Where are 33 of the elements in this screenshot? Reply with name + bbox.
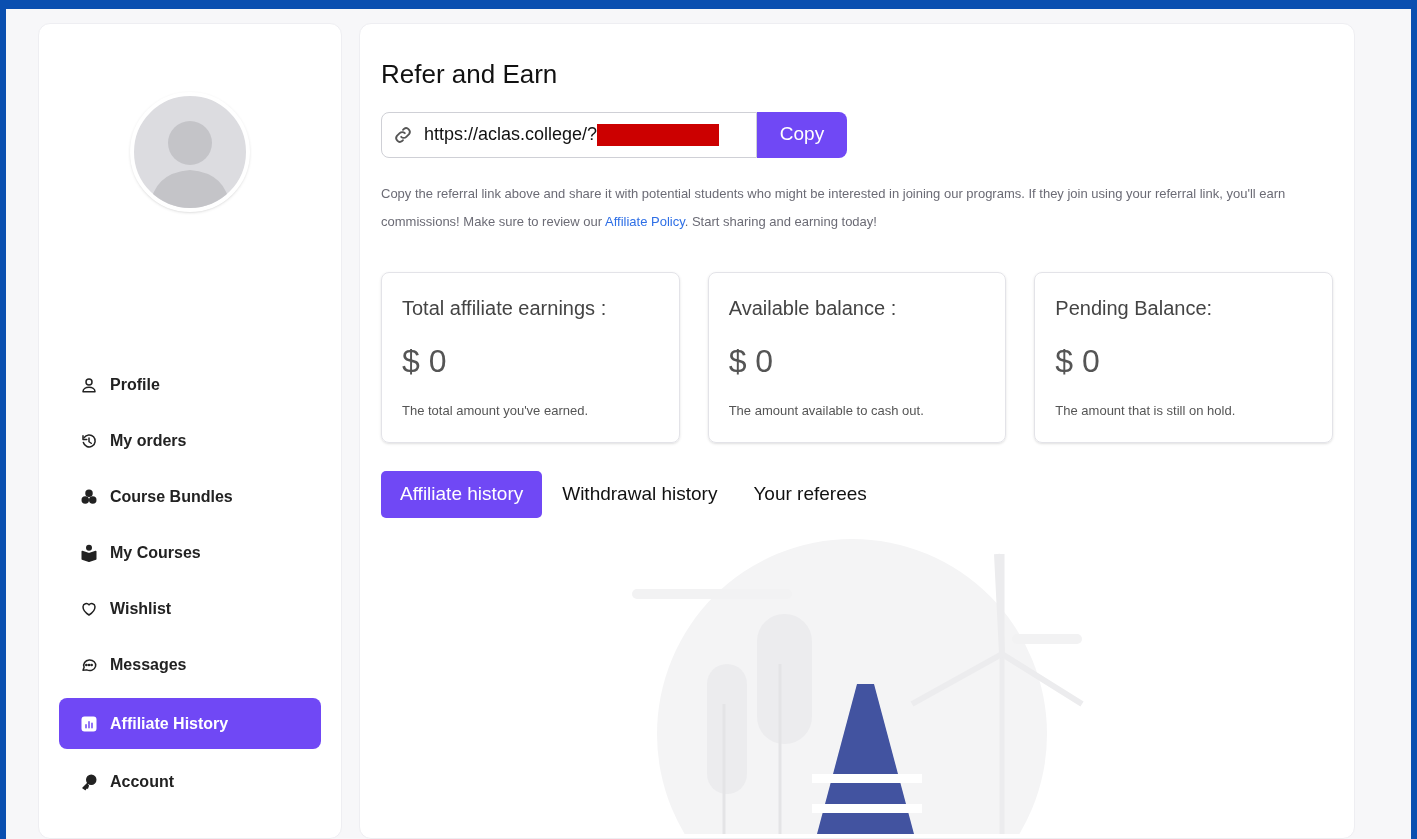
referral-link-field[interactable]: https://aclas.college/? (381, 111, 757, 158)
chart-icon (80, 714, 98, 733)
stat-note: The amount that is still on hold. (1055, 401, 1237, 420)
key-icon (80, 773, 98, 791)
tab[interactable]: Your referees (737, 470, 883, 518)
sidebar-item[interactable]: Account (59, 759, 321, 805)
stat-amount: $ 0 (1055, 341, 1101, 381)
sidebar-item[interactable]: My orders (59, 418, 321, 464)
stat-note: The amount available to cash out. (728, 401, 925, 420)
stat-amount: $ 0 (728, 341, 775, 381)
page-title: Refer and Earn (381, 58, 559, 91)
stat-amount: $ 0 (402, 341, 448, 381)
history-icon (80, 432, 98, 450)
tab[interactable]: Withdrawal history (546, 470, 734, 518)
sidebar-item[interactable]: My Courses (59, 530, 321, 576)
sidebar-item[interactable]: Profile (59, 362, 321, 408)
stat-note: The total amount you've earned. (402, 401, 590, 420)
tab[interactable]: Affiliate history (381, 470, 543, 518)
book-reader-icon (80, 544, 98, 562)
description-text: Copy the referral link above and share it with potential students who might be interested in joining our programs. If they join using your referral link, you'll earn commissions! Make sure to review our Affiliate Policy. Start sharing and earning today! (381, 184, 1287, 231)
stat-title: Available balance : (728, 295, 898, 321)
stat-title: Total affiliate earnings : (402, 295, 608, 321)
sidebar-item[interactable]: Messages (59, 642, 321, 688)
heart-icon (80, 600, 98, 618)
chat-icon (80, 656, 98, 674)
sidebar-item[interactable]: Course Bundles (59, 474, 321, 520)
cubes-icon (80, 488, 98, 506)
sidebar-item[interactable]: Affiliate History (59, 698, 321, 749)
person-icon (80, 376, 98, 394)
stat-title: Pending Balance: (1055, 295, 1214, 321)
affiliate-policy-link[interactable]: Affiliate Policy (604, 213, 685, 229)
copy-button[interactable]: Copy (757, 111, 847, 158)
sidebar-item[interactable]: Wishlist (59, 586, 321, 632)
